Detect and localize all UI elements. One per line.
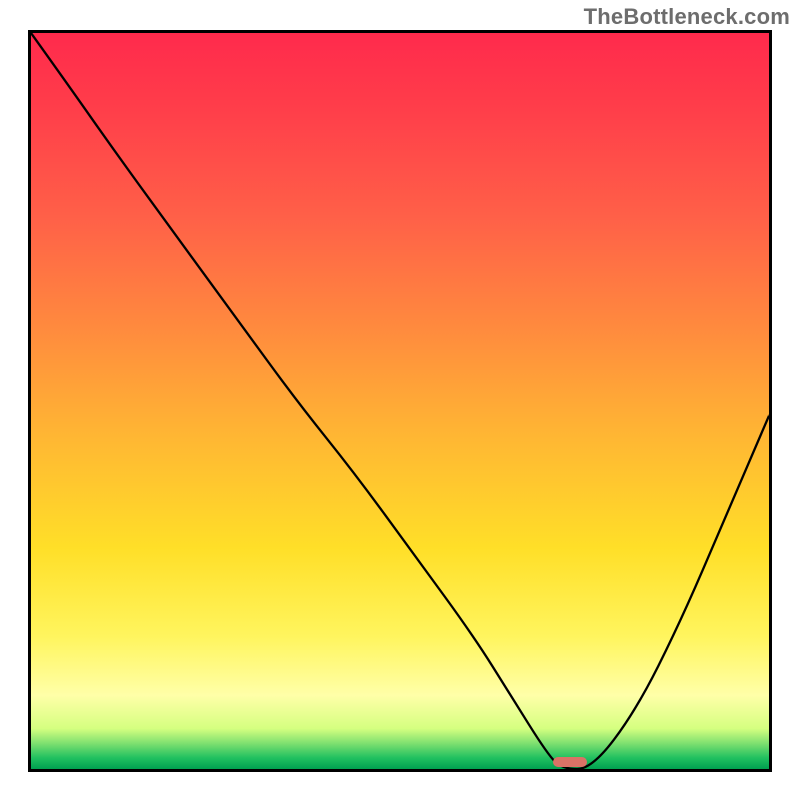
curve-path [31, 33, 769, 769]
bottleneck-curve [31, 33, 769, 769]
chart-container: TheBottleneck.com [0, 0, 800, 800]
minimum-marker [553, 757, 587, 767]
plot-area [28, 30, 772, 772]
watermark-text: TheBottleneck.com [584, 4, 790, 30]
